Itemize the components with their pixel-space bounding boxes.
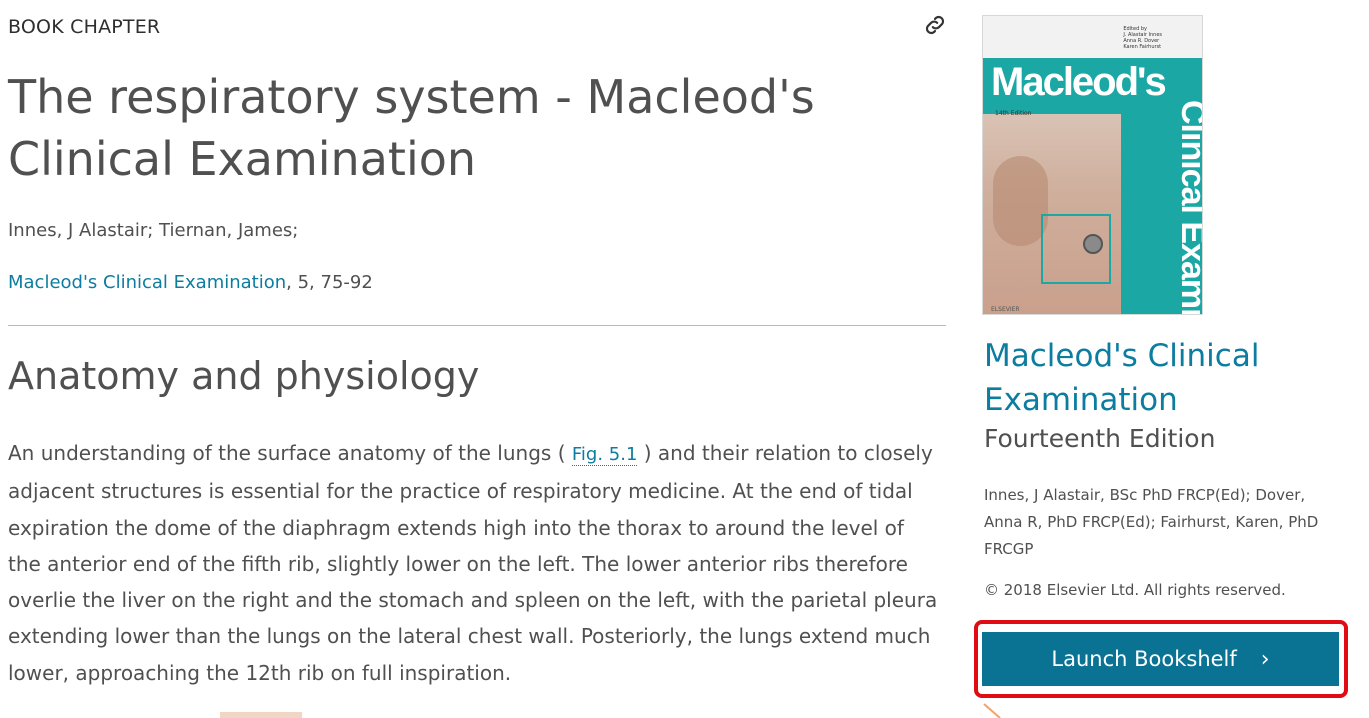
- chapter-title: The respiratory system - Macleod's Clini…: [8, 70, 815, 186]
- link-icon[interactable]: [922, 12, 948, 38]
- cover-publisher: ELSEVIER: [991, 306, 1020, 313]
- launch-bookshelf-button[interactable]: Launch Bookshelf ›: [982, 632, 1339, 686]
- stethoscope-icon: [1083, 234, 1103, 254]
- cover-title: Macleod's: [991, 60, 1167, 104]
- figure-thumbnail[interactable]: [220, 712, 302, 718]
- divider: [8, 325, 946, 326]
- launch-button-label: Launch Bookshelf: [1051, 647, 1237, 671]
- book-title-link[interactable]: Macleod's Clinical Examination: [984, 334, 1354, 422]
- paragraph-text-before: An understanding of the surface anatomy …: [8, 441, 572, 465]
- book-cover-image[interactable]: Edited by J. Alastair Innes Anna R. Dove…: [982, 15, 1203, 315]
- section-heading: Anatomy and physiology: [8, 354, 480, 398]
- paragraph-text-after: ) and their relation to closely adjacent…: [8, 441, 938, 685]
- cover-vertical-title: Clinical Examination: [1174, 100, 1203, 314]
- book-authors: Innes, J Alastair, BSc PhD FRCP(Ed); Dov…: [984, 486, 1319, 558]
- decorative-corner: [983, 703, 1001, 718]
- source-book-link[interactable]: Macleod's Clinical Examination: [8, 272, 286, 293]
- cover-edition: 14th Edition: [995, 110, 1032, 117]
- book-edition: Fourteenth Edition: [984, 424, 1216, 453]
- chevron-right-icon: ›: [1260, 646, 1270, 672]
- section-paragraph: An understanding of the surface anatomy …: [8, 435, 943, 691]
- figure-link[interactable]: Fig. 5.1: [571, 444, 638, 466]
- chapter-authors: Innes, J Alastair; Tiernan, James;: [8, 220, 299, 241]
- content-type-label: BOOK CHAPTER: [8, 16, 161, 38]
- cover-photo-arm: [993, 156, 1048, 246]
- chapter-source: Macleod's Clinical Examination, 5, 75-92: [8, 272, 373, 293]
- cover-editors: Edited by J. Alastair Innes Anna R. Dove…: [1123, 26, 1162, 50]
- copyright-notice: © 2018 Elsevier Ltd. All rights reserved…: [984, 581, 1286, 599]
- source-details: , 5, 75-92: [286, 272, 373, 293]
